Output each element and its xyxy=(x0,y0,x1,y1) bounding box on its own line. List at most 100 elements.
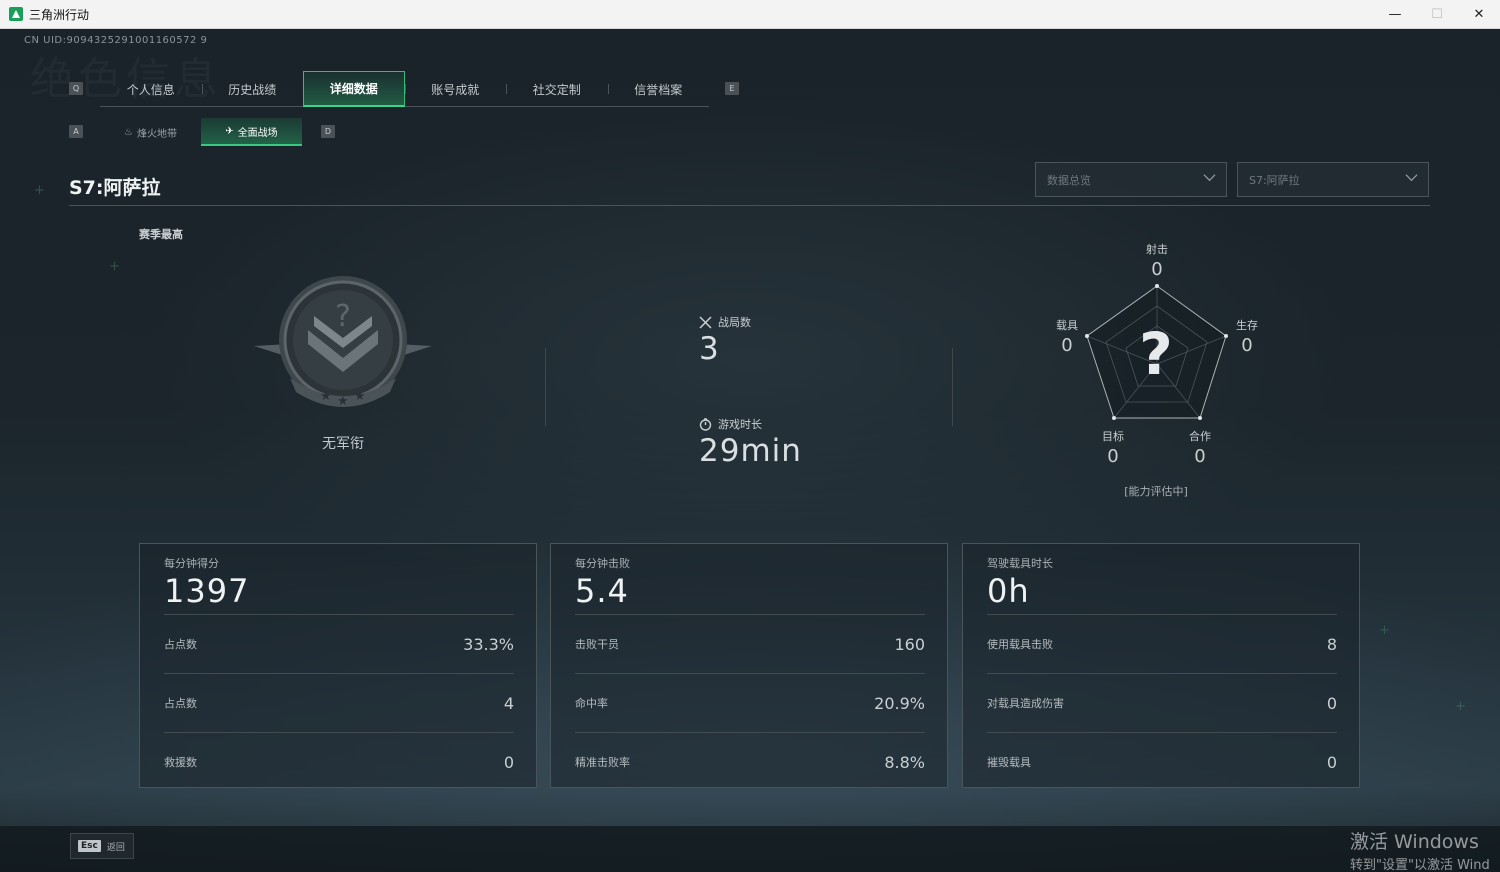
decor-plus-icon: + xyxy=(1379,623,1390,638)
score-per-minute-card: 每分钟得分 1397 占点数 33.3% 占点数 4 救援数 0 xyxy=(139,543,537,788)
chevron-down-icon xyxy=(1405,174,1418,182)
stat-row-label: 摧毁载具 xyxy=(987,756,1031,769)
minimize-button[interactable]: — xyxy=(1374,0,1416,29)
main-tab-bar: 个人信息 历史战绩 详细数据 账号成就 社交定制 信誉档案 xyxy=(100,71,709,107)
tab-social-custom[interactable]: 社交定制 xyxy=(506,71,608,107)
tab-match-history[interactable]: 历史战绩 xyxy=(201,71,304,107)
data-type-select-value: 数据总览 xyxy=(1047,173,1091,187)
tab-credit-record[interactable]: 信誉档案 xyxy=(607,71,710,107)
season-title: S7:阿萨拉 xyxy=(69,177,161,199)
activation-title: 激活 Windows xyxy=(1350,831,1479,853)
stat-row-label: 救援数 xyxy=(164,756,197,769)
card-value: 0h xyxy=(987,572,1030,610)
mode-tab-bar: ♨ 烽火地带 ✈ 全面战场 xyxy=(100,118,302,146)
stat-row: 摧毁载具 0 xyxy=(987,732,1337,791)
stat-row-value: 8.8% xyxy=(884,752,925,772)
svg-text:?: ? xyxy=(335,299,351,334)
stat-row-value: 0 xyxy=(503,752,514,772)
rank-name: 无军衔 xyxy=(322,436,364,452)
stat-row: 使用载具击败 8 xyxy=(987,614,1337,673)
matches-value: 3 xyxy=(699,331,720,367)
radar-teamwork-label: 合作 xyxy=(1189,430,1211,443)
app-logo-icon xyxy=(9,7,23,21)
subtab-operations[interactable]: ♨ 烽火地带 xyxy=(100,118,201,146)
tab-prev-key[interactable]: Q xyxy=(69,82,83,95)
chevron-down-icon xyxy=(1203,174,1216,182)
season-select[interactable]: S7:阿萨拉 xyxy=(1237,162,1429,197)
tab-achievements[interactable]: 账号成就 xyxy=(404,71,507,107)
subtab-warfare-label: 全面战场 xyxy=(237,127,278,139)
stat-row-value: 20.9% xyxy=(874,693,925,713)
stat-row: 救援数 0 xyxy=(164,732,514,791)
radar-survival-label: 生存 xyxy=(1236,319,1258,332)
bottom-bar: Esc 返回 xyxy=(0,826,1500,872)
subtab-operations-label: 烽火地带 xyxy=(136,128,177,140)
stat-row-label: 命中率 xyxy=(575,697,608,710)
maximize-button[interactable]: ☐ xyxy=(1416,0,1458,29)
card-value: 1397 xyxy=(164,572,250,610)
divider xyxy=(545,348,546,426)
close-button[interactable]: ✕ xyxy=(1458,0,1500,29)
card-value: 5.4 xyxy=(575,572,629,610)
back-label: 返回 xyxy=(106,842,125,853)
season-select-value: S7:阿萨拉 xyxy=(1249,173,1300,187)
window-controls: — ☐ ✕ xyxy=(1374,0,1500,29)
stat-row-label: 精准击败率 xyxy=(575,756,630,769)
subtab-warfare[interactable]: ✈ 全面战场 xyxy=(201,118,302,146)
tab-detailed-data[interactable]: 详细数据 xyxy=(303,71,405,107)
divider xyxy=(952,348,953,426)
subtab-prev-key[interactable]: A xyxy=(69,125,83,138)
svg-text:★: ★ xyxy=(320,389,332,404)
radar-unknown-mark: ? xyxy=(1139,320,1173,388)
stat-row: 占点数 33.3% xyxy=(164,614,514,673)
stat-row-label: 使用载具击败 xyxy=(987,638,1053,651)
subtab-next-key[interactable]: D xyxy=(321,125,335,138)
stat-row-value: 8 xyxy=(1326,634,1337,654)
radar-shooting-label: 射击 xyxy=(1146,243,1168,256)
stat-row-label: 占点数 xyxy=(164,697,197,710)
windows-activation-watermark: 激活 Windows 转到"设置"以激活 Wind xyxy=(1350,827,1490,872)
stat-row: 精准击败率 8.8% xyxy=(575,732,925,791)
crossed-swords-icon xyxy=(699,315,712,329)
tab-personal-info[interactable]: 个人信息 xyxy=(100,71,202,107)
stat-row-value: 4 xyxy=(503,693,514,713)
stopwatch-icon xyxy=(699,417,712,431)
playtime-label: 游戏时长 xyxy=(718,418,762,431)
svg-text:★: ★ xyxy=(337,394,349,409)
kills-per-minute-card: 每分钟击败 5.4 击败干员 160 命中率 20.9% 精准击败率 8.8% xyxy=(550,543,948,788)
esc-key-hint: Esc xyxy=(78,840,101,852)
stat-row: 对载具造成伤害 0 xyxy=(987,673,1337,732)
stat-row: 命中率 20.9% xyxy=(575,673,925,732)
radar-teamwork-value: 0 xyxy=(1194,446,1206,467)
campfire-icon: ♨ xyxy=(124,126,133,138)
stat-row-label: 击败干员 xyxy=(575,638,619,651)
radar-objective-value: 0 xyxy=(1107,446,1119,467)
stat-row-label: 占点数 xyxy=(164,638,197,651)
stat-row-value: 160 xyxy=(894,634,925,654)
season-best-label: 赛季最高 xyxy=(139,228,183,241)
plane-icon: ✈ xyxy=(225,125,234,137)
stat-row-value: 0 xyxy=(1326,752,1337,772)
decor-plus-icon: + xyxy=(109,259,120,274)
vehicle-time-card: 驾驶载具时长 0h 使用载具击败 8 对载具造成伤害 0 摧毁载具 0 xyxy=(962,543,1360,788)
tab-next-key[interactable]: E xyxy=(725,82,739,95)
decor-plus-icon: + xyxy=(34,183,45,198)
data-type-select[interactable]: 数据总览 xyxy=(1035,162,1227,197)
matches-stat: 战局数 xyxy=(699,314,751,330)
back-button[interactable]: Esc 返回 xyxy=(70,833,134,859)
player-uid: CN UID:9094325291001160572 9 xyxy=(24,35,208,46)
card-title: 驾驶载具时长 xyxy=(987,557,1053,570)
card-title: 每分钟击败 xyxy=(575,557,630,570)
matches-label: 战局数 xyxy=(718,316,751,329)
stat-row: 占点数 4 xyxy=(164,673,514,732)
stat-row-label: 对载具造成伤害 xyxy=(987,697,1064,710)
stat-row-value: 0 xyxy=(1326,693,1337,713)
radar-survival-value: 0 xyxy=(1241,335,1253,356)
stat-row-value: 33.3% xyxy=(463,634,514,654)
activation-subtitle: 转到"设置"以激活 Wind xyxy=(1350,858,1490,872)
game-viewport: 绝色信息 CN UID:9094325291001160572 9 + + + … xyxy=(0,29,1500,872)
rank-emblem-icon: ? ★ ★ ★ xyxy=(254,276,432,409)
card-title: 每分钟得分 xyxy=(164,557,219,570)
svg-text:★: ★ xyxy=(354,389,366,404)
decor-plus-icon: + xyxy=(1455,699,1466,714)
